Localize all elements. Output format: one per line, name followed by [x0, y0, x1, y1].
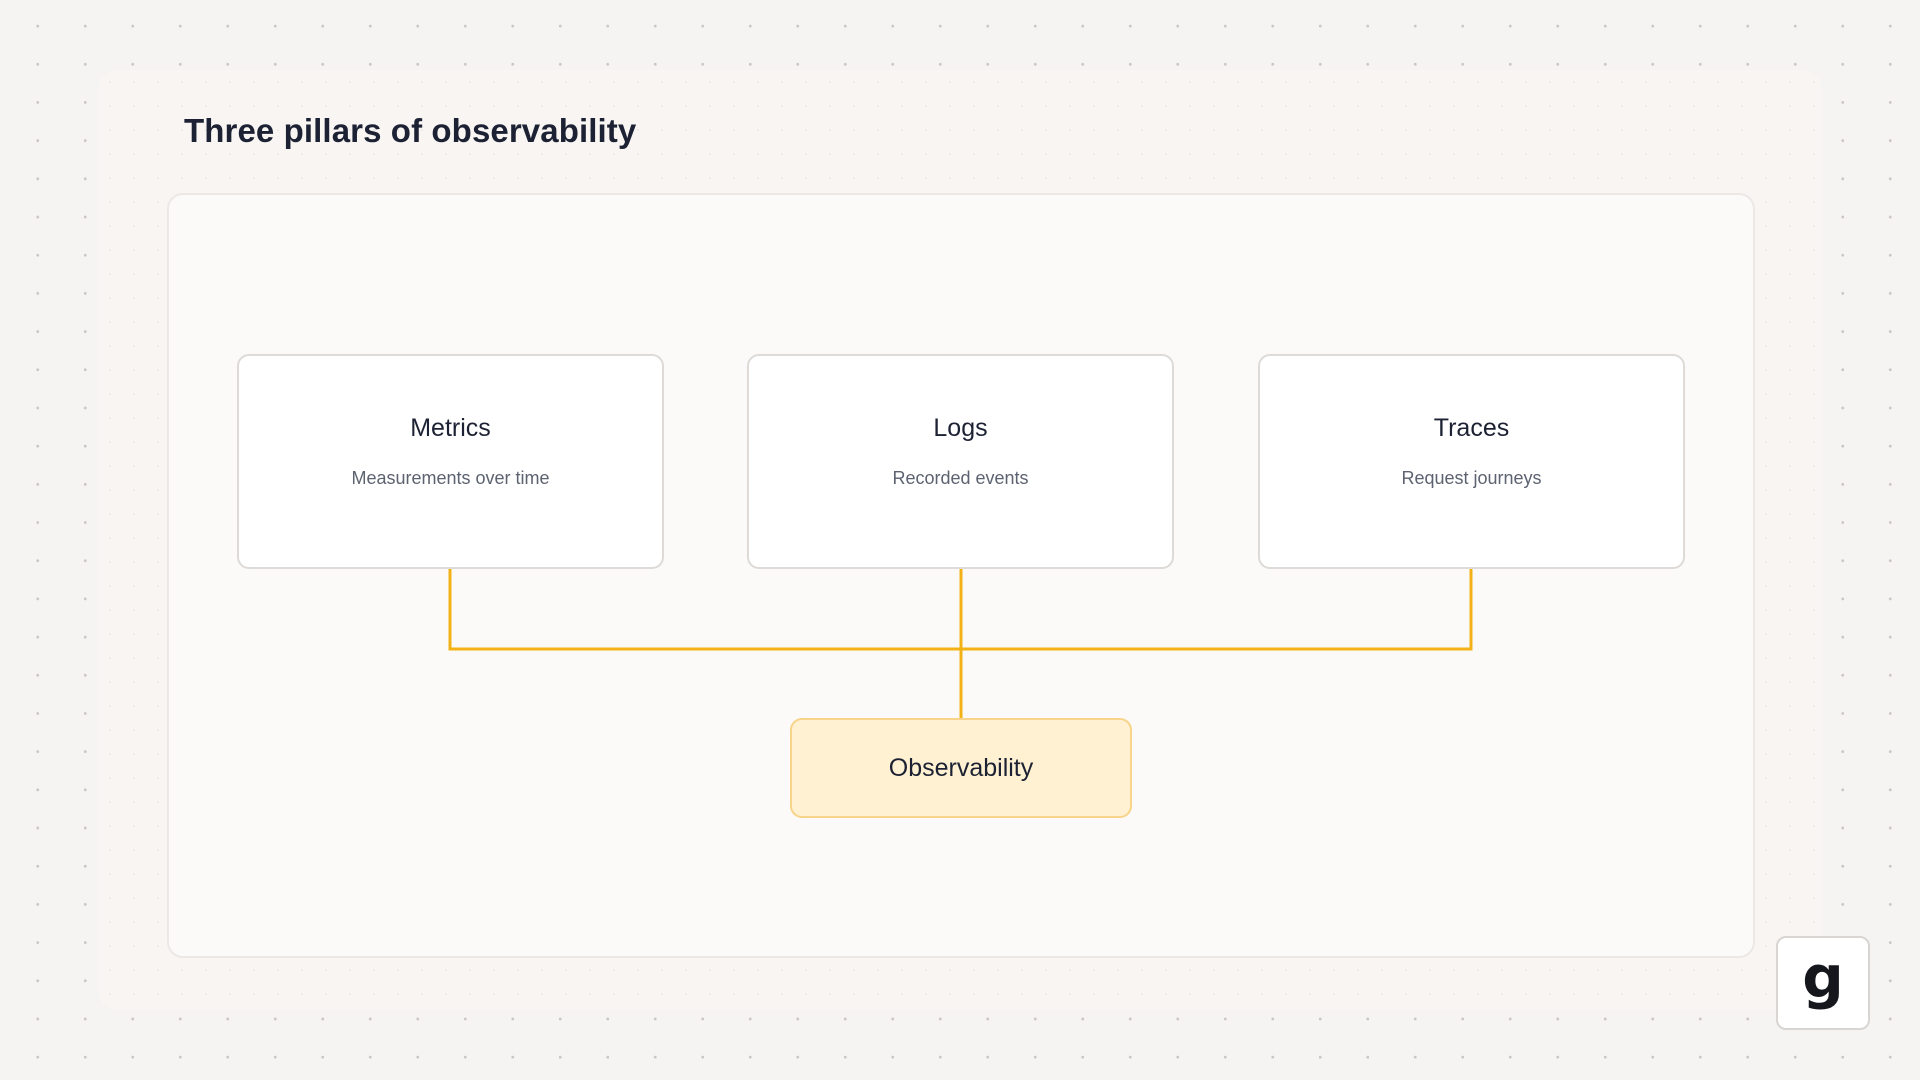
node-metrics: Metrics Measurements over time — [237, 354, 664, 569]
node-traces: Traces Request journeys — [1258, 354, 1685, 569]
node-observability-label: Observability — [888, 753, 1034, 782]
node-metrics-title: Metrics — [410, 414, 491, 442]
node-traces-title: Traces — [1433, 414, 1510, 442]
diagram-panel — [167, 193, 1755, 958]
node-logs: Logs Recorded events — [747, 354, 1174, 569]
node-logs-description: Recorded events — [892, 468, 1029, 488]
logo-badge[interactable]: g — [1776, 936, 1870, 1030]
node-metrics-description: Measurements over time — [351, 468, 550, 488]
node-observability: Observability — [790, 718, 1132, 818]
node-logs-title: Logs — [933, 414, 988, 442]
node-traces-description: Request journeys — [1401, 468, 1542, 488]
logo-glyph: g — [1802, 943, 1844, 1011]
page-title: Three pillars of observability — [184, 112, 637, 149]
